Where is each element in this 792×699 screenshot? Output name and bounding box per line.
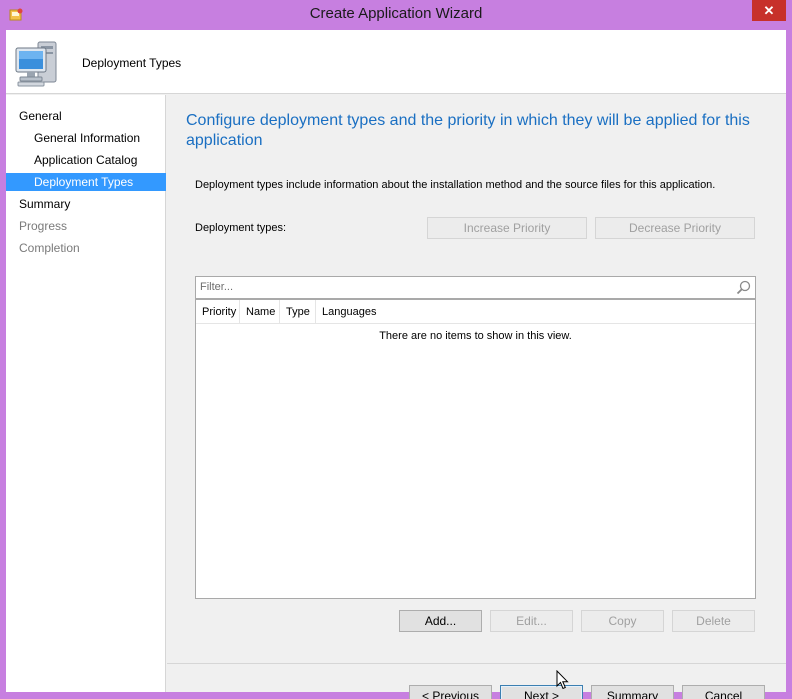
title-bar: Create Application Wizard ✕ <box>0 0 792 30</box>
add-button[interactable]: Add... <box>399 610 482 632</box>
column-priority[interactable]: Priority <box>196 300 240 324</box>
nav-item-summary[interactable]: Summary <box>6 195 166 213</box>
nav-item-application-catalog[interactable]: Application Catalog <box>6 151 166 169</box>
nav-item-general-information[interactable]: General Information <box>6 129 166 147</box>
edit-button[interactable]: Edit... <box>490 610 573 632</box>
main-heading: Configure deployment types and the prior… <box>186 112 750 149</box>
column-type[interactable]: Type <box>280 300 316 324</box>
mouse-cursor-icon <box>556 670 569 690</box>
nav-item-completion: Completion <box>19 241 80 255</box>
previous-button[interactable]: < Previous <box>409 685 492 699</box>
window-title: Create Application Wizard <box>309 5 483 22</box>
computer-icon <box>15 41 57 87</box>
filter-input[interactable]: Filter... <box>195 276 756 299</box>
page-title: Deployment Types <box>82 56 182 70</box>
close-button[interactable]: ✕ <box>752 0 786 21</box>
copy-button[interactable]: Copy <box>581 610 664 632</box>
search-icon[interactable] <box>736 280 751 295</box>
cancel-button[interactable]: Cancel <box>682 685 765 699</box>
delete-button[interactable]: Delete <box>672 610 755 632</box>
nav-item-progress: Progress <box>19 219 68 233</box>
column-languages[interactable]: Languages <box>316 300 380 324</box>
main-panel: Configure deployment types and the prior… <box>167 95 786 699</box>
wizard-client: Deployment Types General General Informa… <box>6 30 786 699</box>
filter-placeholder: Filter... <box>200 281 234 293</box>
nav-item-general[interactable]: General <box>6 107 166 125</box>
footer-divider <box>167 663 786 664</box>
wizard-nav: General General Information Application … <box>6 95 166 692</box>
decrease-priority-button[interactable]: Decrease Priority <box>595 217 755 239</box>
main-description: Deployment types include information abo… <box>195 179 716 191</box>
summary-button[interactable]: Summary <box>591 685 674 699</box>
deployment-types-label: Deployment types: <box>195 222 287 234</box>
increase-priority-button[interactable]: Increase Priority <box>427 217 587 239</box>
wizard-header: Deployment Types <box>6 30 786 94</box>
deployment-types-list[interactable]: Priority Name Type Languages There are n… <box>195 299 756 599</box>
nav-item-deployment-types[interactable]: Deployment Types <box>6 173 166 191</box>
list-column-headers: Priority Name Type Languages <box>196 300 755 324</box>
column-name[interactable]: Name <box>240 300 280 324</box>
next-button[interactable]: Next > <box>500 685 583 699</box>
empty-list-message: There are no items to show in this view. <box>379 330 572 342</box>
